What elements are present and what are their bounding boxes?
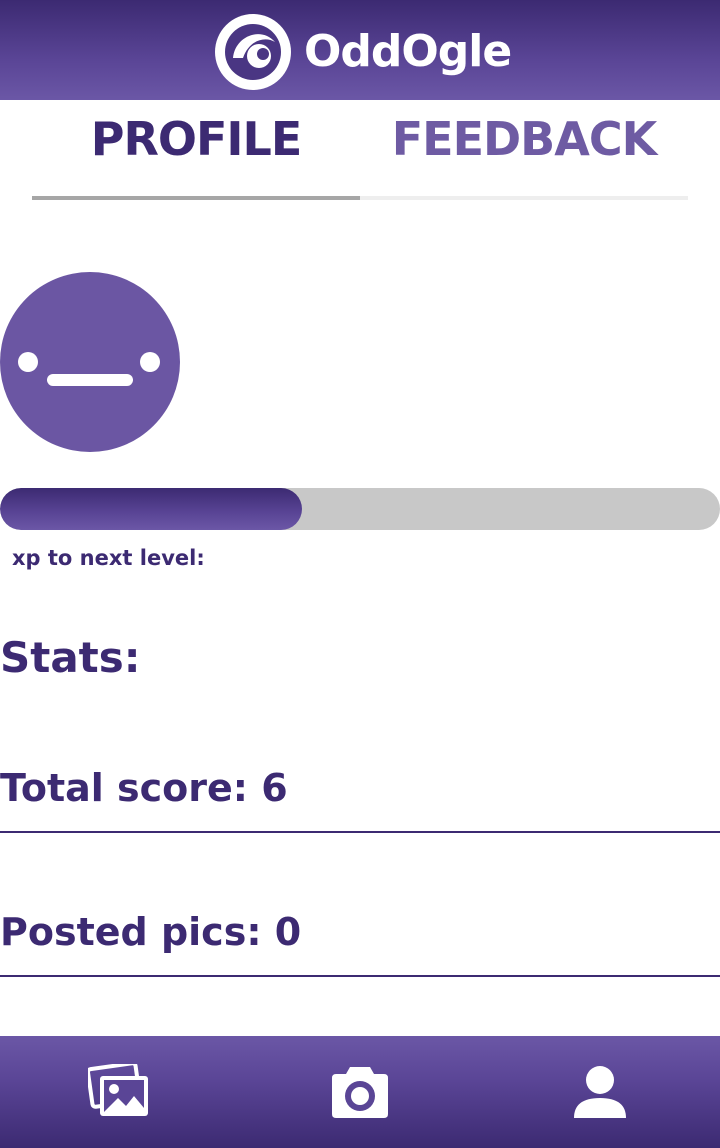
avatar-right-eye [140, 352, 160, 372]
divider [0, 975, 720, 977]
stat-posted-pics: Posted pics: 0 [0, 910, 302, 954]
avatar-mouth [47, 374, 133, 386]
tab-indicator-active [32, 196, 360, 200]
xp-label: xp to next level: [12, 546, 205, 570]
xp-progress-bar [0, 488, 720, 530]
tab-feedback[interactable]: FEEDBACK [360, 100, 688, 200]
tab-bar: PROFILE FEEDBACK [32, 100, 688, 200]
app-header: OddOgle [0, 0, 720, 100]
neutral-face-icon [0, 272, 180, 452]
stat-total-score: Total score: 6 [0, 766, 288, 810]
avatar-left-eye [18, 352, 38, 372]
bottom-nav [0, 1036, 720, 1148]
tab-indicator-inactive [360, 196, 688, 200]
tab-profile[interactable]: PROFILE [32, 100, 360, 200]
stats-heading: Stats: [0, 633, 141, 682]
gallery-icon [88, 1064, 148, 1116]
divider [0, 831, 720, 833]
camera-icon [332, 1067, 388, 1118]
xp-progress-fill [0, 488, 303, 530]
app-root: OddOgle PROFILE FEEDBACK xp to next leve… [0, 0, 720, 1148]
user-icon [574, 1066, 626, 1118]
oddogle-eye-icon [215, 14, 291, 90]
nav-gallery-button[interactable] [0, 1036, 240, 1148]
nav-camera-button[interactable] [240, 1036, 480, 1148]
app-title: OddOgle [304, 26, 512, 77]
nav-profile-button[interactable] [480, 1036, 720, 1148]
